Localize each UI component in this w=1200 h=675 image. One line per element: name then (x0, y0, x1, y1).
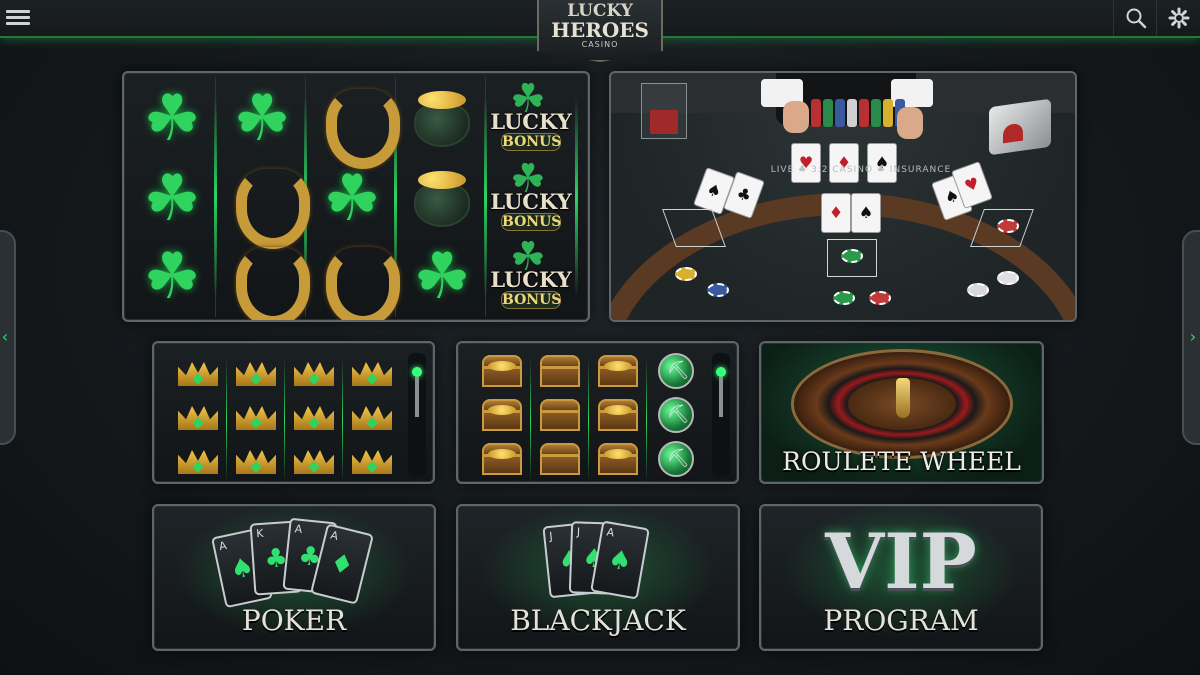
gear-icon (1168, 7, 1189, 29)
playing-card: ♦ (821, 193, 851, 233)
poker-label: POKER (241, 604, 347, 637)
clover-icon: ☘ (413, 240, 471, 314)
settings-button[interactable] (1156, 0, 1200, 36)
emerald-icon (650, 439, 702, 479)
treasure-chest-icon (592, 351, 644, 391)
horseshoe-icon (312, 239, 392, 315)
search-button[interactable] (1113, 0, 1157, 36)
poker-game-tile[interactable]: A ♠ K ♣ A ♣ A ♦ POKER (152, 504, 436, 651)
lucky-text: LUCKY (490, 189, 572, 214)
bonus-text: BONUS (501, 133, 562, 151)
chip-rack (811, 99, 911, 129)
lucky-slot-game-tile[interactable]: ☘ ☘ ☘ ☘ ☘ ☘ ☘ LUCKY BONUS ☘ LUCKY BONUS … (122, 71, 590, 322)
lucky-bonus-symbol: ☘ LUCKY BONUS (490, 237, 572, 315)
next-page-button[interactable]: › (1182, 230, 1200, 445)
treasure-chest-icon (592, 395, 644, 435)
reel-2: ☘ (218, 77, 307, 317)
emerald-icon (650, 351, 702, 391)
playing-card: ♠ (867, 143, 897, 183)
reel-3: ☘ (308, 77, 397, 317)
crown-reel-grid (164, 349, 404, 482)
chip (675, 267, 697, 281)
chip (869, 291, 891, 305)
lucky-text: LUCKY (490, 109, 572, 134)
treasure-chest-icon (534, 395, 586, 435)
emerald-icon (650, 395, 702, 435)
clover-icon: ☘ (323, 162, 381, 236)
chip (833, 291, 855, 305)
crown-icon (288, 395, 340, 435)
previous-page-button[interactable]: ‹ (0, 230, 16, 445)
crown-icon (230, 439, 282, 479)
playing-card: ♥ (791, 143, 821, 183)
horseshoe-icon (222, 161, 302, 237)
chevron-left-icon: ‹ (1, 327, 9, 346)
logo-line-heroes: HEROES (551, 18, 649, 42)
bonus-text: BONUS (501, 291, 562, 309)
chip (997, 271, 1019, 285)
live-blackjack-game-tile[interactable]: ♥ ♦ ♠ LIVE ♣ 3:2 CASINO ♣ INSURANCE ♠ ♣ … (609, 71, 1077, 322)
chip (841, 249, 863, 263)
treasure-chest-icon (592, 439, 644, 479)
table-print-text: LIVE ♣ 3:2 CASINO ♣ INSURANCE (770, 165, 952, 175)
dealer-hand (783, 101, 809, 133)
treasure-slot-game-tile[interactable] (456, 341, 739, 484)
clover-icon: ☘ (143, 162, 201, 236)
playing-card: ♠ (851, 193, 881, 233)
hamburger-menu-icon[interactable] (6, 7, 30, 29)
blackjack-label: BLACKJACK (510, 604, 686, 637)
lucky-bonus-symbol: ☘ LUCKY BONUS (490, 79, 572, 157)
crown-icon (172, 439, 224, 479)
search-icon (1126, 8, 1146, 29)
clover-icon: ☘ (143, 82, 201, 156)
lucky-text: LUCKY (490, 267, 572, 292)
horseshoe-icon (312, 81, 392, 157)
blackjack-game-tile[interactable]: J♠ J♠ A♠ BLACKJACK (456, 504, 740, 651)
reel-1: ☘ ☘ ☘ (128, 77, 217, 317)
crown-icon (346, 439, 398, 479)
chevron-right-icon: › (1189, 327, 1197, 346)
treasure-chest-icon (476, 395, 528, 435)
reel-4: ☘ (398, 77, 487, 317)
pot-of-gold-icon (402, 81, 482, 157)
card-shoe (989, 98, 1051, 156)
chip (707, 283, 729, 297)
chip (967, 283, 989, 297)
casino-logo[interactable]: LUCKY HEROES CASINO (537, 0, 663, 62)
dealer-hand (897, 107, 923, 139)
chip (997, 219, 1019, 233)
lucky-bonus-symbol: ☘ LUCKY BONUS (490, 159, 572, 237)
crown-icon (172, 351, 224, 391)
horseshoe-icon (222, 239, 302, 315)
roulette-wheel-image (791, 349, 1013, 459)
discard-tray (641, 83, 687, 139)
crown-slot-game-tile[interactable] (152, 341, 435, 484)
vip-program-label: PROGRAM (823, 604, 979, 637)
crown-icon (230, 395, 282, 435)
roulette-game-tile[interactable]: ROULETE WHEEL (759, 341, 1044, 484)
crown-icon (346, 351, 398, 391)
bonus-text: BONUS (501, 213, 562, 231)
playing-card: ♦ (829, 143, 859, 183)
crown-icon (230, 351, 282, 391)
clover-icon: ☘ (233, 82, 291, 156)
pot-of-gold-icon (402, 161, 482, 237)
treasure-chest-icon (534, 351, 586, 391)
vip-program-tile[interactable]: VIP PROGRAM (759, 504, 1043, 651)
spin-lever[interactable] (712, 353, 730, 477)
vip-title: VIP (825, 517, 977, 606)
crown-icon (346, 395, 398, 435)
clover-icon: ☘ (143, 240, 201, 314)
treasure-reel-grid (468, 349, 708, 482)
crown-icon (288, 351, 340, 391)
crown-icon (288, 439, 340, 479)
treasure-chest-icon (476, 439, 528, 479)
reel-5: ☘ LUCKY BONUS ☘ LUCKY BONUS ☘ LUCKY BONU… (488, 77, 578, 317)
treasure-chest-icon (476, 351, 528, 391)
crown-icon (172, 395, 224, 435)
treasure-chest-icon (534, 439, 586, 479)
spin-lever[interactable] (408, 353, 426, 477)
roulette-label: ROULETE WHEEL (782, 447, 1021, 476)
